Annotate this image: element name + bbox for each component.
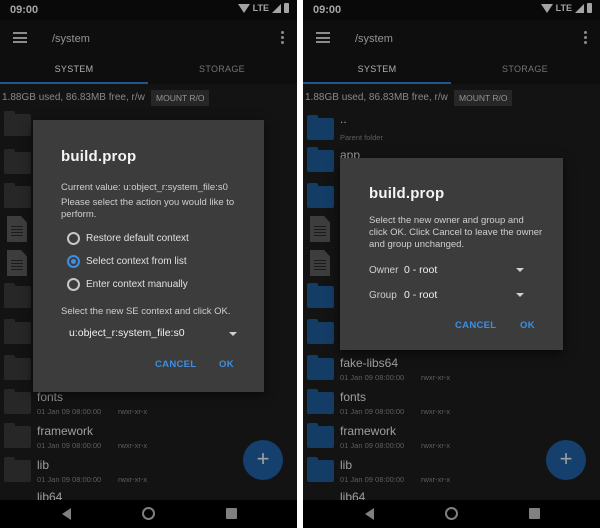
- dropdown-arrow-icon: [516, 268, 524, 272]
- ok-button[interactable]: OK: [219, 359, 234, 370]
- owner-group-dialog: build.prop Select the new owner and grou…: [340, 158, 563, 350]
- instruction-text: Select the new owner and group and click…: [369, 215, 543, 250]
- dialog-title: build.prop: [369, 185, 445, 202]
- dropdown-value: 0 - root: [404, 289, 438, 301]
- dropdown-value: u:object_r:system_file:s0: [69, 327, 185, 339]
- group-label: Group: [369, 290, 397, 301]
- radio-label: Restore default context: [86, 233, 189, 244]
- radio-button-checked[interactable]: [67, 255, 80, 268]
- se-context-dialog: build.prop Current value: u:object_r:sys…: [33, 120, 264, 392]
- select-prompt-text: Select the new SE context and click OK.: [61, 306, 231, 317]
- current-value-text: Current value: u:object_r:system_file:s0: [61, 182, 228, 193]
- radio-enter-manually[interactable]: Enter context manually: [67, 278, 188, 291]
- se-context-dropdown[interactable]: u:object_r:system_file:s0: [69, 327, 239, 343]
- phone-screen-right: 09:00 LTE /system SYSTEM STORAGE 1.88GB …: [303, 0, 600, 528]
- dropdown-arrow-icon: [516, 293, 524, 297]
- owner-dropdown[interactable]: 0 - root: [404, 264, 528, 280]
- instruction-text: Please select the action you would like …: [61, 197, 235, 220]
- dialog-title: build.prop: [61, 148, 137, 165]
- radio-button[interactable]: [67, 232, 80, 245]
- phone-screen-left: 09:00 LTE /system SYSTEM STORAGE 1.88GB …: [0, 0, 297, 528]
- group-dropdown[interactable]: 0 - root: [404, 289, 528, 305]
- cancel-button[interactable]: CANCEL: [455, 320, 496, 331]
- radio-label: Select context from list: [86, 256, 187, 267]
- owner-label: Owner: [369, 265, 399, 276]
- radio-button[interactable]: [67, 278, 80, 291]
- dropdown-value: 0 - root: [404, 264, 438, 276]
- dropdown-arrow-icon: [229, 332, 237, 336]
- radio-restore-default[interactable]: Restore default context: [67, 232, 189, 245]
- radio-label: Enter context manually: [86, 279, 188, 290]
- radio-select-from-list[interactable]: Select context from list: [67, 255, 187, 268]
- ok-button[interactable]: OK: [520, 320, 535, 331]
- cancel-button[interactable]: CANCEL: [155, 359, 196, 370]
